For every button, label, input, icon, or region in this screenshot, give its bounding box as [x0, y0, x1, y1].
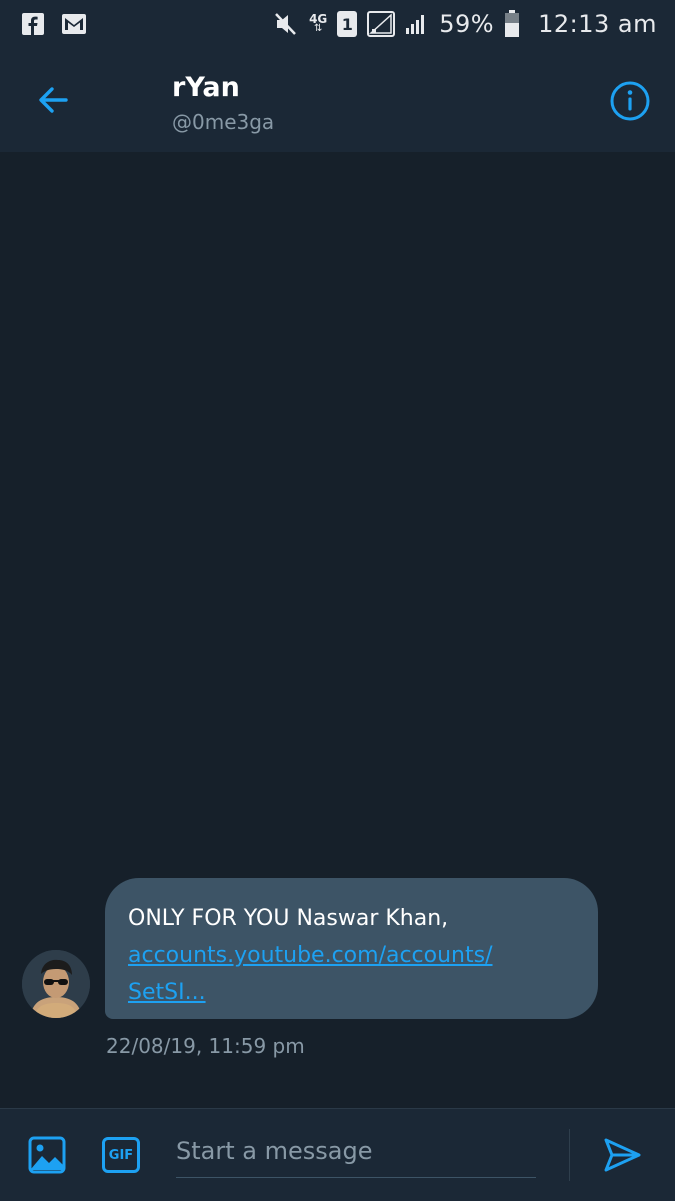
message-input[interactable]: [176, 1129, 536, 1178]
message-link[interactable]: accounts.youtube.com/accounts/ SetSI...: [128, 937, 576, 1011]
arrow-left-icon: [39, 87, 68, 113]
message-thread[interactable]: ONLY FOR YOU Naswar Khan, accounts.youtu…: [0, 152, 675, 1108]
conversation-header: rYan @0me3ga: [0, 48, 675, 153]
image-icon: [28, 1136, 66, 1174]
back-button[interactable]: [34, 80, 74, 120]
battery-percent: 59%: [439, 10, 495, 38]
message-text: ONLY FOR YOU Naswar Khan,: [128, 906, 449, 931]
info-circle-icon: [610, 81, 650, 121]
message-composer: GIF: [0, 1108, 675, 1201]
send-button[interactable]: [602, 1135, 642, 1175]
message-timestamp: 22/08/19, 11:59 pm: [106, 1034, 305, 1058]
gif-label: GIF: [108, 1147, 134, 1163]
sim-1-icon: 1: [337, 11, 358, 37]
message-bubble[interactable]: ONLY FOR YOU Naswar Khan, accounts.youtu…: [105, 878, 598, 1019]
gif-button[interactable]: GIF: [102, 1137, 140, 1173]
facebook-icon: [22, 13, 44, 35]
clock: 12:13 am: [538, 10, 657, 38]
signal-empty-icon: [367, 11, 396, 37]
divider: [569, 1129, 570, 1181]
conversation-title[interactable]: rYan: [172, 72, 240, 103]
battery-icon: [504, 10, 520, 38]
mute-icon: [273, 11, 299, 37]
user-handle: @0me3ga: [172, 110, 275, 134]
add-media-button[interactable]: [28, 1136, 66, 1174]
info-button[interactable]: [609, 80, 651, 122]
status-bar: 4G ⇅ 1 59% 12:13 am: [0, 0, 675, 48]
gmail-icon: [62, 14, 86, 34]
send-icon: [604, 1138, 641, 1172]
network-4g-icon: 4G ⇅: [309, 12, 328, 34]
signal-icon: [405, 12, 429, 36]
avatar[interactable]: [22, 950, 90, 1018]
